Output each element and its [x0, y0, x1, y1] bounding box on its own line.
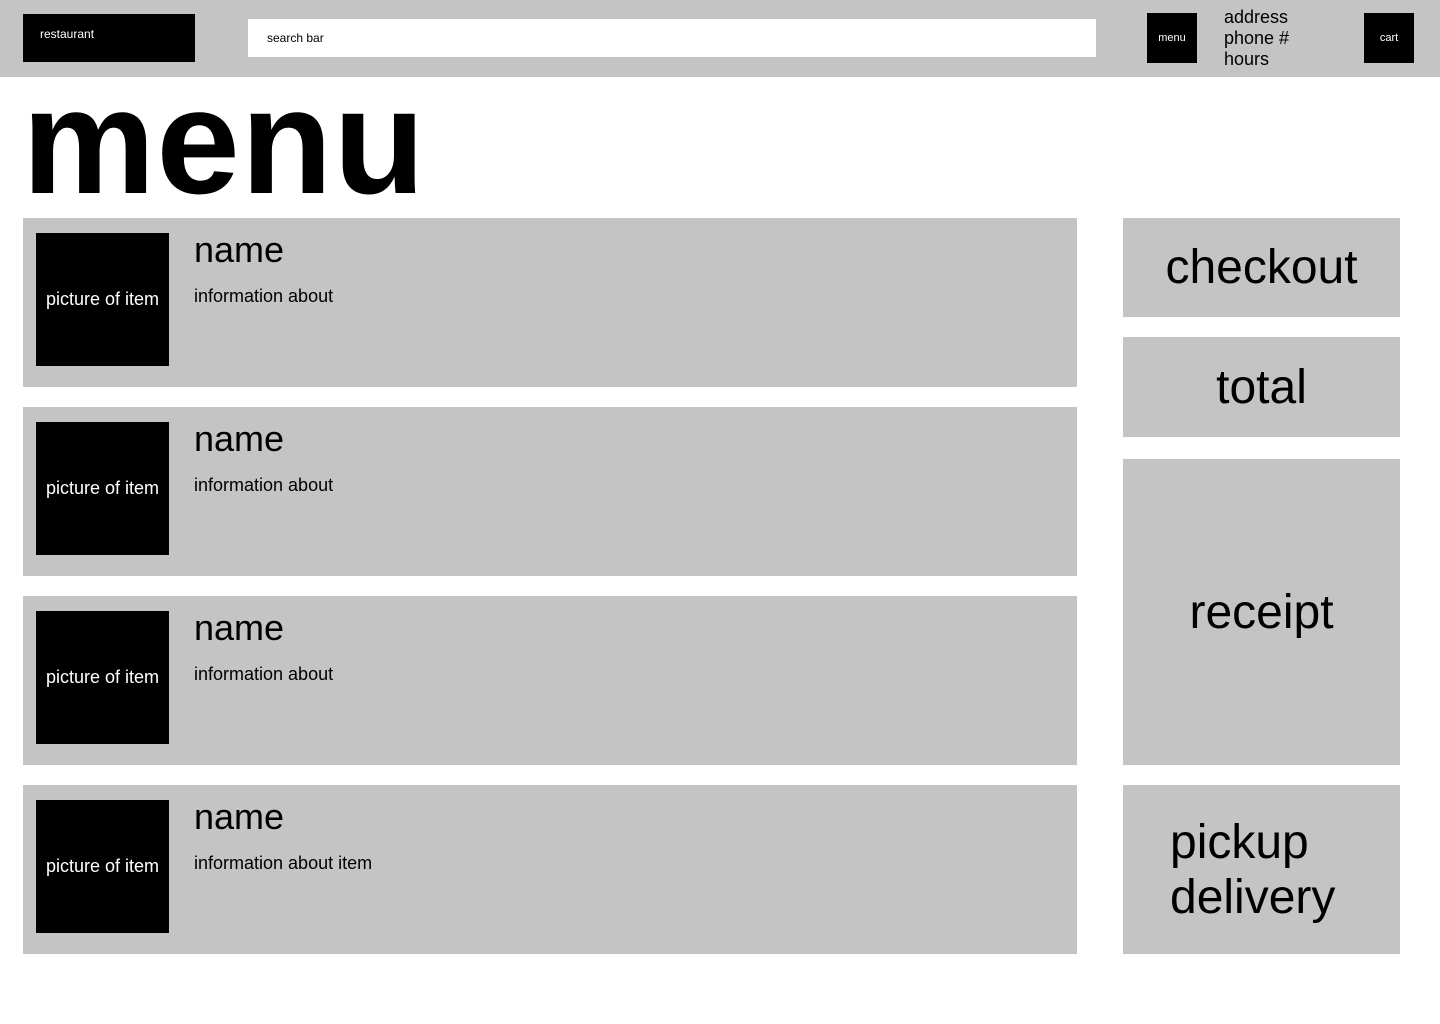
- search-input[interactable]: [248, 19, 1096, 57]
- phone-text: phone #: [1224, 28, 1290, 48]
- menu-item[interactable]: picture of item name information about i…: [23, 785, 1077, 954]
- menu-item[interactable]: picture of item name information about: [23, 407, 1077, 576]
- menu-button[interactable]: menu: [1147, 13, 1197, 63]
- item-picture: picture of item: [36, 611, 169, 744]
- restaurant-logo[interactable]: restaurant: [23, 14, 195, 62]
- item-name: name: [194, 607, 285, 648]
- checkout-button[interactable]: checkout: [1123, 218, 1400, 317]
- fulfillment-panel: pickup delivery: [1123, 785, 1400, 954]
- receipt-label: receipt: [1189, 585, 1334, 639]
- hours-text: hours: [1224, 49, 1270, 69]
- item-name: name: [194, 418, 285, 459]
- item-picture: picture of item: [36, 422, 169, 555]
- item-description: information about item: [194, 853, 373, 873]
- item-description: information about: [194, 664, 334, 684]
- item-name: name: [194, 229, 285, 270]
- menu-item[interactable]: picture of item name information about: [23, 218, 1077, 387]
- item-description: information about: [194, 475, 334, 495]
- pickup-option[interactable]: pickup: [1170, 816, 1309, 870]
- receipt-panel: receipt: [1123, 459, 1400, 765]
- item-description: information about: [194, 286, 334, 306]
- total-panel: total: [1123, 337, 1400, 437]
- checkout-label: checkout: [1165, 241, 1358, 294]
- address-text: address: [1224, 7, 1289, 27]
- item-picture: picture of item: [36, 800, 169, 933]
- item-name: name: [194, 796, 285, 837]
- total-label: total: [1216, 360, 1307, 414]
- item-picture: picture of item: [36, 233, 169, 366]
- page-title: menu: [22, 57, 427, 225]
- delivery-option[interactable]: delivery: [1170, 871, 1335, 925]
- page: restaurant menu address phone # hours ca…: [0, 0, 1440, 1024]
- restaurant-info: address phone # hours: [1224, 7, 1289, 70]
- cart-button[interactable]: cart: [1364, 13, 1414, 63]
- menu-item[interactable]: picture of item name information about: [23, 596, 1077, 765]
